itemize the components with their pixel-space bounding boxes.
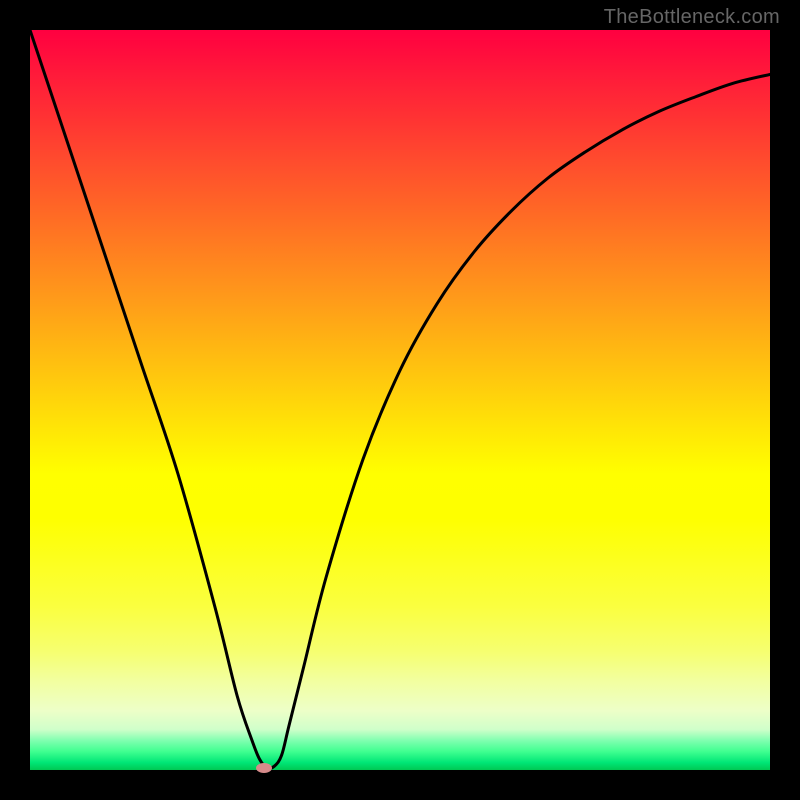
watermark-text: TheBottleneck.com bbox=[604, 6, 780, 29]
bottleneck-curve bbox=[30, 30, 770, 770]
optimal-point-marker bbox=[256, 763, 272, 773]
